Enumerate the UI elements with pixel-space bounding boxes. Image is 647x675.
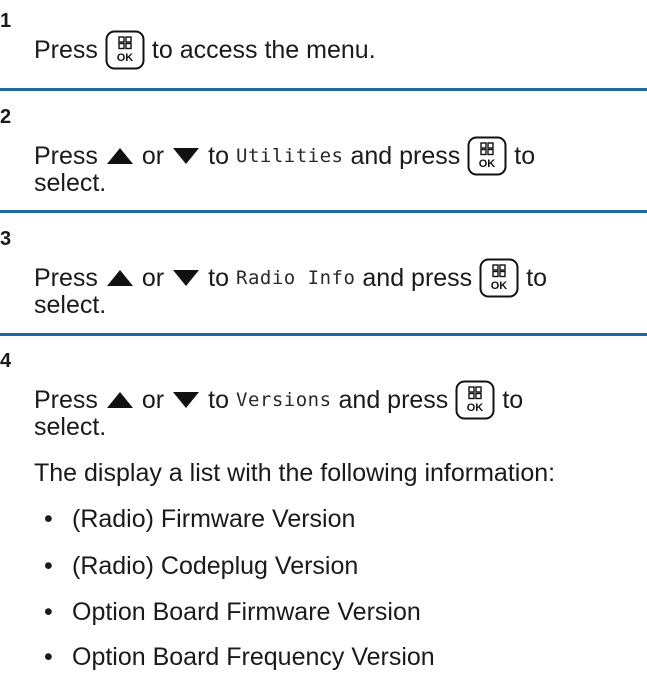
down-arrow-icon bbox=[173, 392, 200, 408]
menu-ok-key-icon: OK bbox=[105, 30, 145, 70]
svg-text:OK: OK bbox=[117, 52, 134, 64]
step-instruction-cont: select. bbox=[34, 413, 107, 441]
bullet-dot: • bbox=[44, 552, 53, 580]
step-number: 1 bbox=[0, 10, 12, 32]
list-item: Option Board Frequency Version bbox=[72, 643, 435, 671]
step-number: 2 bbox=[0, 106, 12, 128]
bullet-dot: • bbox=[44, 505, 53, 533]
menu-ok-key-icon: OK bbox=[455, 380, 495, 420]
up-arrow-icon bbox=[106, 148, 133, 164]
menu-item-name: Radio Info bbox=[236, 267, 356, 289]
step-instruction-cont: select. bbox=[34, 291, 107, 319]
list-item: (Radio) Firmware Version bbox=[72, 505, 356, 533]
step-text: to access the menu. bbox=[151, 36, 376, 64]
menu-ok-key-icon: OK bbox=[467, 136, 507, 176]
svg-text:OK: OK bbox=[479, 158, 496, 170]
step-number: 4 bbox=[0, 350, 12, 372]
press-text: Press bbox=[34, 36, 98, 64]
menu-item-name: Utilities bbox=[236, 145, 344, 167]
list-item: Option Board Firmware Version bbox=[72, 598, 421, 626]
step-instruction: Press OK to access the menu. bbox=[34, 30, 376, 70]
down-arrow-icon bbox=[173, 270, 200, 286]
bullet-dot: • bbox=[44, 643, 53, 671]
step-instruction: Press or to Versions and press OK to bbox=[34, 380, 523, 420]
step-instruction-cont: select. bbox=[34, 169, 107, 197]
svg-text:OK: OK bbox=[491, 280, 508, 292]
bullet-dot: • bbox=[44, 598, 53, 626]
step-instruction: Press or to Utilities and press OK to bbox=[34, 136, 535, 176]
menu-ok-key-icon: OK bbox=[479, 258, 519, 298]
step-divider bbox=[0, 88, 647, 91]
list-item: (Radio) Codeplug Version bbox=[72, 552, 359, 580]
step-instruction: Press or to Radio Info and press OK to bbox=[34, 258, 547, 298]
step-number: 3 bbox=[0, 228, 12, 250]
up-arrow-icon bbox=[106, 270, 133, 286]
menu-item-name: Versions bbox=[236, 389, 332, 411]
up-arrow-icon bbox=[106, 392, 133, 408]
step-divider bbox=[0, 210, 647, 213]
step-result: The display a list with the following in… bbox=[34, 459, 556, 487]
step-divider bbox=[0, 333, 647, 336]
svg-text:OK: OK bbox=[467, 402, 484, 414]
down-arrow-icon bbox=[173, 148, 200, 164]
